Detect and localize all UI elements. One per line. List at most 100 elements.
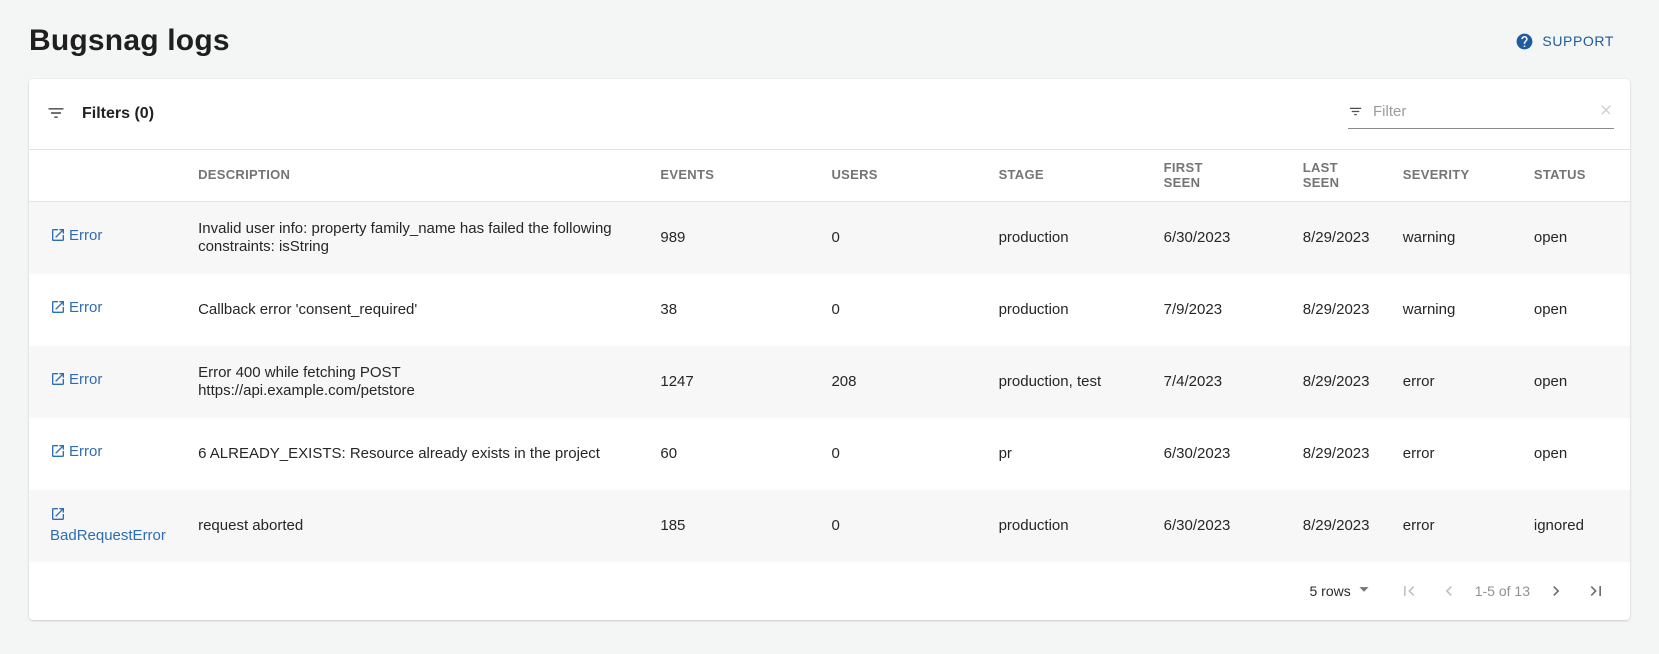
error-link[interactable]: BadRequestError (50, 506, 164, 545)
events-cell: 989 (660, 202, 831, 274)
external-link-icon (50, 443, 66, 464)
severity-cell: error (1403, 490, 1534, 562)
external-link-icon (50, 227, 66, 248)
error-link[interactable]: Error (50, 443, 102, 464)
users-cell: 0 (831, 418, 998, 490)
first-seen-cell: 6/30/2023 (1164, 490, 1303, 562)
stage-cell: pr (999, 418, 1164, 490)
support-link[interactable]: SUPPORT (1515, 32, 1614, 51)
status-cell: open (1534, 274, 1630, 346)
column-header-description: DESCRIPTION (198, 150, 660, 202)
page-title: Bugsnag logs (29, 24, 230, 58)
description-cell: Callback error 'consent_required' (198, 274, 660, 346)
status-cell: open (1534, 202, 1630, 274)
logs-table: DESCRIPTION EVENTS USERS STAGE FIRST SEE… (29, 149, 1630, 562)
error-link[interactable]: Error (50, 227, 102, 248)
pagination-bar: 5 rows 1-5 of 13 (29, 562, 1630, 620)
pagination-range-label: 1-5 of 13 (1475, 583, 1530, 599)
status-cell: open (1534, 418, 1630, 490)
filter-field (1348, 100, 1614, 129)
external-link-icon (50, 371, 66, 392)
error-link-cell: Error (29, 346, 198, 418)
users-cell: 0 (831, 490, 998, 562)
first-seen-cell: 7/9/2023 (1164, 274, 1303, 346)
description-cell: Error 400 while fetching POST https://ap… (198, 346, 660, 418)
error-link-cell: Error (29, 418, 198, 490)
last-seen-cell: 8/29/2023 (1303, 274, 1403, 346)
error-link-cell: BadRequestError (29, 490, 198, 562)
question-mark-circle-icon (1515, 32, 1534, 51)
filter-list-icon (1348, 104, 1363, 119)
last-page-button[interactable] (1576, 573, 1616, 609)
chevron-right-icon (1546, 581, 1566, 601)
events-cell: 60 (660, 418, 831, 490)
description-cell: Invalid user info: property family_name … (198, 202, 660, 274)
status-cell: open (1534, 346, 1630, 418)
rows-per-page-select[interactable]: 5 rows (1310, 578, 1375, 603)
error-link-label: Error (69, 371, 102, 388)
events-cell: 185 (660, 490, 831, 562)
error-link-label: BadRequestError (50, 527, 166, 544)
first-page-button[interactable] (1389, 573, 1429, 609)
filter-bar: Filters (0) (29, 79, 1630, 149)
stage-cell: production (999, 202, 1164, 274)
external-link-icon (50, 299, 66, 320)
column-header-link (29, 150, 198, 202)
events-cell: 38 (660, 274, 831, 346)
rows-per-page-label: 5 rows (1310, 583, 1351, 599)
last-seen-cell: 8/29/2023 (1303, 490, 1403, 562)
error-link-cell: Error (29, 202, 198, 274)
table-row: Error 6 ALREADY_EXISTS: Resource already… (29, 418, 1630, 490)
first-seen-cell: 6/30/2023 (1164, 202, 1303, 274)
table-row: Error Error 400 while fetching POST http… (29, 346, 1630, 418)
filters-toggle-button[interactable]: Filters (0) (46, 103, 154, 126)
error-link-label: Error (69, 443, 102, 460)
column-header-last-seen: LAST SEEN (1303, 150, 1403, 202)
error-link-label: Error (69, 227, 102, 244)
support-label: SUPPORT (1542, 33, 1614, 49)
users-cell: 208 (831, 346, 998, 418)
column-header-stage: STAGE (999, 150, 1164, 202)
last-page-icon (1586, 581, 1606, 601)
stage-cell: production (999, 274, 1164, 346)
table-row: Error Invalid user info: property family… (29, 202, 1630, 274)
first-page-icon (1399, 581, 1419, 601)
users-cell: 0 (831, 202, 998, 274)
first-seen-cell: 6/30/2023 (1164, 418, 1303, 490)
next-page-button[interactable] (1536, 573, 1576, 609)
top-bar: Bugsnag logs SUPPORT (29, 0, 1630, 79)
status-cell: ignored (1534, 490, 1630, 562)
column-header-users: USERS (831, 150, 998, 202)
last-seen-cell: 8/29/2023 (1303, 418, 1403, 490)
error-link-cell: Error (29, 274, 198, 346)
table-body: Error Invalid user info: property family… (29, 202, 1630, 562)
severity-cell: warning (1403, 274, 1534, 346)
severity-cell: error (1403, 346, 1534, 418)
last-seen-cell: 8/29/2023 (1303, 202, 1403, 274)
error-link[interactable]: Error (50, 299, 102, 320)
filter-input[interactable] (1373, 103, 1598, 120)
events-cell: 1247 (660, 346, 831, 418)
users-cell: 0 (831, 274, 998, 346)
table-row: Error Callback error 'consent_required' … (29, 274, 1630, 346)
description-cell: 6 ALREADY_EXISTS: Resource already exist… (198, 418, 660, 490)
error-link[interactable]: Error (50, 371, 102, 392)
stage-cell: production (999, 490, 1164, 562)
external-link-icon (50, 506, 66, 527)
table-row: BadRequestError request aborted 185 0 pr… (29, 490, 1630, 562)
filter-list-icon (46, 103, 66, 126)
column-header-events: EVENTS (660, 150, 831, 202)
column-header-status: STATUS (1534, 150, 1630, 202)
previous-page-button[interactable] (1429, 573, 1469, 609)
clear-filter-button[interactable] (1598, 102, 1614, 121)
filters-label: Filters (0) (82, 105, 154, 123)
column-header-severity: SEVERITY (1403, 150, 1534, 202)
chevron-down-icon (1353, 578, 1375, 603)
page: Bugsnag logs SUPPORT Filters (0) (0, 0, 1659, 620)
logs-card: Filters (0) (29, 79, 1630, 620)
last-seen-cell: 8/29/2023 (1303, 346, 1403, 418)
severity-cell: warning (1403, 202, 1534, 274)
first-seen-cell: 7/4/2023 (1164, 346, 1303, 418)
close-icon (1598, 102, 1614, 121)
error-link-label: Error (69, 299, 102, 316)
